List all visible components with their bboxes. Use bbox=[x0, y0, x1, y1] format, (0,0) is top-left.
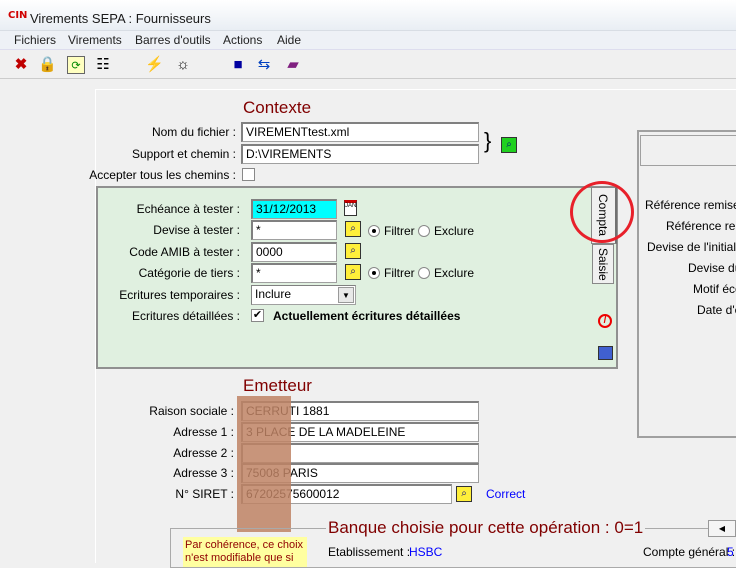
devise-filtrer-radio[interactable] bbox=[368, 225, 380, 237]
adr3-label: Adresse 3 : bbox=[173, 466, 234, 480]
detail-text: Actuellement écritures détaillées bbox=[273, 309, 461, 323]
adr2-label: Adresse 2 : bbox=[173, 446, 234, 460]
devise-label: Devise à tester : bbox=[153, 223, 240, 237]
search-list-icon[interactable]: ⌕ bbox=[345, 221, 361, 237]
menu-fichiers[interactable]: Fichiers bbox=[14, 33, 56, 47]
compte-label: Compte général : bbox=[643, 545, 736, 559]
lamp-icon[interactable]: ☼ bbox=[174, 56, 192, 74]
chevron-down-icon[interactable]: ▼ bbox=[338, 287, 354, 303]
devise-exclure-radio[interactable] bbox=[418, 225, 430, 237]
save-icon[interactable]: ■ bbox=[229, 56, 247, 74]
contexte-title: Contexte bbox=[243, 98, 312, 117]
adr1-label: Adresse 1 : bbox=[173, 425, 234, 439]
scroll-left-button[interactable]: ◀ bbox=[708, 520, 736, 537]
accept-paths-checkbox[interactable] bbox=[242, 168, 255, 181]
echeance-label: Echéance à tester : bbox=[136, 202, 240, 216]
search-list-icon[interactable]: ⌕ bbox=[456, 486, 472, 502]
lightning-icon[interactable]: ⚡ bbox=[145, 56, 164, 74]
temp-select-value: Inclure bbox=[255, 287, 292, 301]
categorie-exclure-label: Exclure bbox=[434, 266, 475, 280]
path-label: Support et chemin : bbox=[131, 147, 236, 161]
temp-label: Ecritures temporaires : bbox=[119, 288, 240, 302]
devise-exclure-label: Exclure bbox=[434, 224, 475, 238]
remise-label: Date d'e bbox=[697, 303, 736, 317]
remise-header bbox=[640, 135, 736, 166]
divider bbox=[95, 89, 736, 90]
highlight-circle bbox=[570, 181, 634, 243]
etab-value: HSBC bbox=[409, 545, 443, 559]
devise-input[interactable]: * bbox=[251, 220, 337, 240]
menu-virements[interactable]: Virements bbox=[68, 33, 122, 47]
accept-paths-label: Accepter tous les chemins : bbox=[89, 168, 236, 182]
remise-label: Référence rem bbox=[666, 219, 736, 233]
categorie-filtrer-label: Filtrer bbox=[384, 266, 415, 280]
lock-icon[interactable]: 🔒 bbox=[38, 56, 57, 74]
siret-label: N° SIRET : bbox=[175, 487, 234, 501]
remise-label: Référence remise (e bbox=[645, 198, 736, 212]
categorie-label: Catégorie de tiers : bbox=[138, 266, 240, 280]
emetteur-title: Emetteur bbox=[243, 376, 312, 395]
brace: } bbox=[484, 128, 492, 153]
amib-input[interactable]: 0000 bbox=[251, 242, 337, 262]
tab-saisie[interactable]: Saisie bbox=[592, 244, 614, 284]
close-icon[interactable]: ✖ bbox=[12, 56, 30, 74]
transfer-icon[interactable]: ⇆ bbox=[255, 56, 273, 74]
categorie-filtrer-radio[interactable] bbox=[368, 267, 380, 279]
path-input[interactable]: D:\VIREMENTS bbox=[241, 144, 479, 164]
export-icon[interactable] bbox=[598, 346, 613, 360]
remise-label: Motif écc bbox=[693, 282, 736, 296]
detail-checkbox[interactable]: ✔ bbox=[251, 309, 264, 322]
browse-file-icon[interactable]: ⌕ bbox=[501, 137, 517, 153]
menu-barres-outils[interactable]: Barres d'outils bbox=[135, 33, 211, 47]
amib-label: Code AMIB à tester : bbox=[129, 245, 240, 259]
calendar-icon[interactable]: JAN bbox=[344, 200, 357, 216]
redaction-overlay bbox=[237, 396, 291, 532]
search-list-icon[interactable]: ⌕ bbox=[345, 243, 361, 259]
network-icon[interactable]: ☷ bbox=[94, 56, 112, 74]
remise-label: Devise de l'initialisa bbox=[647, 240, 736, 254]
bank-title: Banque choisie pour cette opération : 0=… bbox=[326, 518, 646, 538]
menu-actions[interactable]: Actions bbox=[223, 33, 262, 47]
siret-status: Correct bbox=[486, 487, 526, 501]
app-logo: CIN bbox=[8, 10, 28, 21]
file-name-input[interactable]: VIREMENTtest.xml bbox=[241, 122, 479, 142]
categorie-exclure-radio[interactable] bbox=[418, 267, 430, 279]
menu-aide[interactable]: Aide bbox=[277, 33, 301, 47]
detail-label: Ecritures détaillées : bbox=[131, 309, 240, 323]
remise-label: Devise du bbox=[688, 261, 736, 275]
raison-label: Raison sociale : bbox=[149, 404, 234, 418]
search-list-icon[interactable]: ⌕ bbox=[345, 264, 361, 280]
cancel-icon[interactable]: / bbox=[598, 314, 612, 328]
categorie-input[interactable]: * bbox=[251, 263, 337, 283]
refresh-icon[interactable]: ⟳ bbox=[67, 56, 85, 74]
window-title: Virements SEPA : Fournisseurs bbox=[30, 11, 211, 26]
echeance-input[interactable]: 31/12/2013 bbox=[251, 199, 337, 219]
file-label: Nom du fichier : bbox=[151, 125, 236, 139]
help-book-icon[interactable]: ▰ bbox=[284, 56, 302, 74]
compte-value: 5 bbox=[727, 545, 734, 559]
devise-filtrer-label: Filtrer bbox=[384, 224, 415, 238]
etab-label: Etablissement : bbox=[328, 545, 411, 559]
